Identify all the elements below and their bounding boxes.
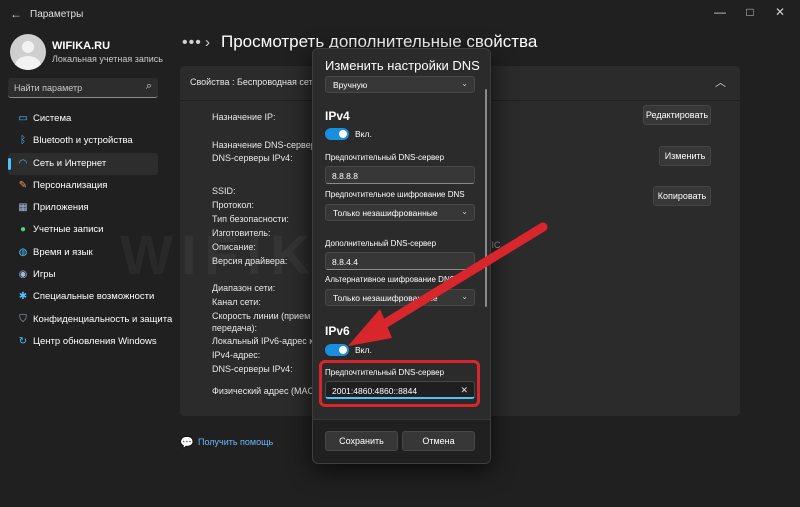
- ipv4-section-title: IPv4: [325, 109, 350, 123]
- dns-ipv4-label-2: DNS-серверы IPv4:: [212, 364, 293, 374]
- minimize-icon[interactable]: —: [710, 5, 730, 19]
- chevron-right-icon: ›: [205, 34, 210, 51]
- protocol-label: Протокол:: [212, 200, 254, 210]
- sidebar-item-label: Время и язык: [33, 246, 93, 258]
- bluetooth-icon: ᛒ: [20, 135, 26, 147]
- ipv6-section-title: IPv6: [325, 324, 350, 338]
- breadcrumb-overflow[interactable]: •••: [182, 34, 202, 52]
- sidebar-item-label: Приложения: [33, 202, 89, 214]
- dialog-title: Изменить настройки DNS: [325, 58, 480, 73]
- ipv4-alternate-encryption-value: Только незашифрованные: [333, 293, 438, 303]
- sidebar-item-label: Специальные возможности: [33, 291, 155, 303]
- person-icon: ●: [19, 224, 27, 236]
- chevron-down-icon: ⌄: [461, 207, 468, 216]
- title-bar: ← Параметры — □ ✕: [0, 0, 800, 28]
- ipv4-toggle-label: Вкл.: [355, 129, 372, 139]
- ipv4-address-label: IPv4-адрес:: [212, 350, 261, 360]
- ipv4-alternate-dns-label: Дополнительный DNS-сервер: [325, 239, 437, 248]
- dns-ipv4-label: DNS-серверы IPv4:: [212, 153, 293, 163]
- ssid-label: SSID:: [212, 186, 236, 196]
- dialog-scrollbar[interactable]: [485, 89, 487, 307]
- brush-icon: ✎: [18, 179, 28, 191]
- link-speed-label-cont: передача):: [212, 323, 257, 333]
- update-icon: ↻: [18, 335, 28, 347]
- link-speed-label: Скорость линии (прием и: [212, 311, 318, 321]
- sidebar-item-personalization[interactable]: ✎ Персонализация: [8, 175, 158, 197]
- sidebar-item-label: Центр обновления Windows: [33, 335, 157, 347]
- search-icon[interactable]: ⌕: [146, 80, 152, 93]
- sidebar-item-system[interactable]: ▭ Система: [8, 108, 158, 130]
- sidebar-item-label: Bluetooth и устройства: [33, 135, 133, 147]
- sidebar-item-label: Конфиденциальность и защита: [33, 313, 173, 325]
- ipv4-alternate-dns-input[interactable]: [332, 256, 457, 267]
- edit-ip-button[interactable]: Редактировать: [643, 105, 711, 125]
- card-title: Свойства : Беспроводная сеть: [190, 77, 318, 87]
- network-channel-label: Канал сети:: [212, 297, 261, 307]
- ipv6-toggle[interactable]: [325, 344, 349, 356]
- maximize-icon[interactable]: □: [740, 5, 760, 19]
- sidebar-item-apps[interactable]: ▦ Приложения: [8, 197, 158, 219]
- app-title: Параметры: [30, 9, 84, 20]
- profile-account-type: Локальная учетная запись: [52, 54, 163, 64]
- search-input[interactable]: [14, 81, 139, 95]
- accessibility-icon: ✱: [18, 291, 28, 303]
- sidebar-item-label: Система: [33, 113, 72, 124]
- chevron-down-icon: ⌄: [461, 292, 468, 301]
- ipv4-alternate-encryption-select[interactable]: Только незашифрованные ⌄: [325, 289, 475, 306]
- sidebar-item-label: Персонализация: [33, 179, 108, 191]
- dialog-footer: Сохранить Отмена: [313, 419, 490, 463]
- wifi-icon: ◠: [18, 157, 28, 169]
- mac-address-label: Физический адрес (MAC):: [212, 386, 320, 396]
- sidebar-item-network[interactable]: ◠ Сеть и Интернет: [8, 152, 158, 175]
- ipv4-alternate-dns-field[interactable]: [325, 252, 475, 270]
- annotation-highlight-box: [319, 360, 480, 407]
- close-icon[interactable]: ✕: [770, 5, 790, 19]
- apps-icon: ▦: [18, 202, 28, 214]
- change-dns-button[interactable]: Изменить: [659, 146, 711, 166]
- dns-assignment-label: Назначение DNS-сервера:: [212, 140, 324, 150]
- copy-button[interactable]: Копировать: [653, 186, 711, 206]
- ipv4-alternate-encryption-label: Альтернативное шифрование DNS: [325, 275, 456, 284]
- arrow-left-icon[interactable]: ←: [10, 7, 22, 21]
- sidebar-item-label: Учетные записи: [33, 224, 104, 236]
- ipv4-toggle[interactable]: [325, 128, 349, 140]
- ipv4-preferred-dns-input[interactable]: [332, 170, 457, 181]
- ipv4-preferred-encryption-select[interactable]: Только незашифрованные ⌄: [325, 204, 475, 221]
- sidebar-item-privacy[interactable]: ⛉ Конфиденциальность и защита: [8, 309, 172, 331]
- sidebar-item-label: Игры: [33, 269, 56, 281]
- dns-mode-select[interactable]: Вручную ⌄: [325, 76, 475, 93]
- search-box[interactable]: ⌕: [8, 78, 158, 98]
- ipv4-preferred-dns-field[interactable]: [325, 166, 475, 184]
- ip-assignment-label: Назначение IP:: [212, 112, 276, 122]
- sidebar-item-label: Сеть и Интернет: [33, 157, 107, 169]
- chevron-up-icon[interactable]: ︿: [715, 74, 726, 90]
- save-button[interactable]: Сохранить: [325, 431, 398, 451]
- sidebar-item-windows-update[interactable]: ↻ Центр обновления Windows: [8, 331, 158, 353]
- chevron-down-icon: ⌄: [461, 79, 468, 88]
- ipv4-preferred-dns-label: Предпочтительный DNS-сервер: [325, 153, 445, 162]
- ipv4-preferred-encryption-label: Предпочтительное шифрование DNS: [325, 190, 465, 199]
- ipv4-preferred-encryption-value: Только незашифрованные: [333, 208, 438, 218]
- monitor-icon: ▭: [18, 113, 28, 124]
- shield-icon: ⛉: [19, 313, 27, 325]
- dns-mode-value: Вручную: [333, 80, 368, 90]
- cancel-button[interactable]: Отмена: [402, 431, 475, 451]
- selection-indicator: [8, 157, 11, 170]
- gamepad-icon: ◉: [18, 269, 28, 281]
- globe-icon: ◍: [18, 246, 28, 258]
- profile-name: WIFIKA.RU: [52, 40, 111, 52]
- ipv6-toggle-label: Вкл.: [355, 345, 372, 355]
- avatar[interactable]: [10, 34, 46, 70]
- sidebar-item-accessibility[interactable]: ✱ Специальные возможности: [8, 286, 158, 308]
- help-icon[interactable]: 💬: [180, 436, 194, 449]
- sidebar-item-bluetooth[interactable]: ᛒ Bluetooth и устройства: [8, 130, 158, 152]
- get-help-link[interactable]: Получить помощь: [198, 437, 273, 447]
